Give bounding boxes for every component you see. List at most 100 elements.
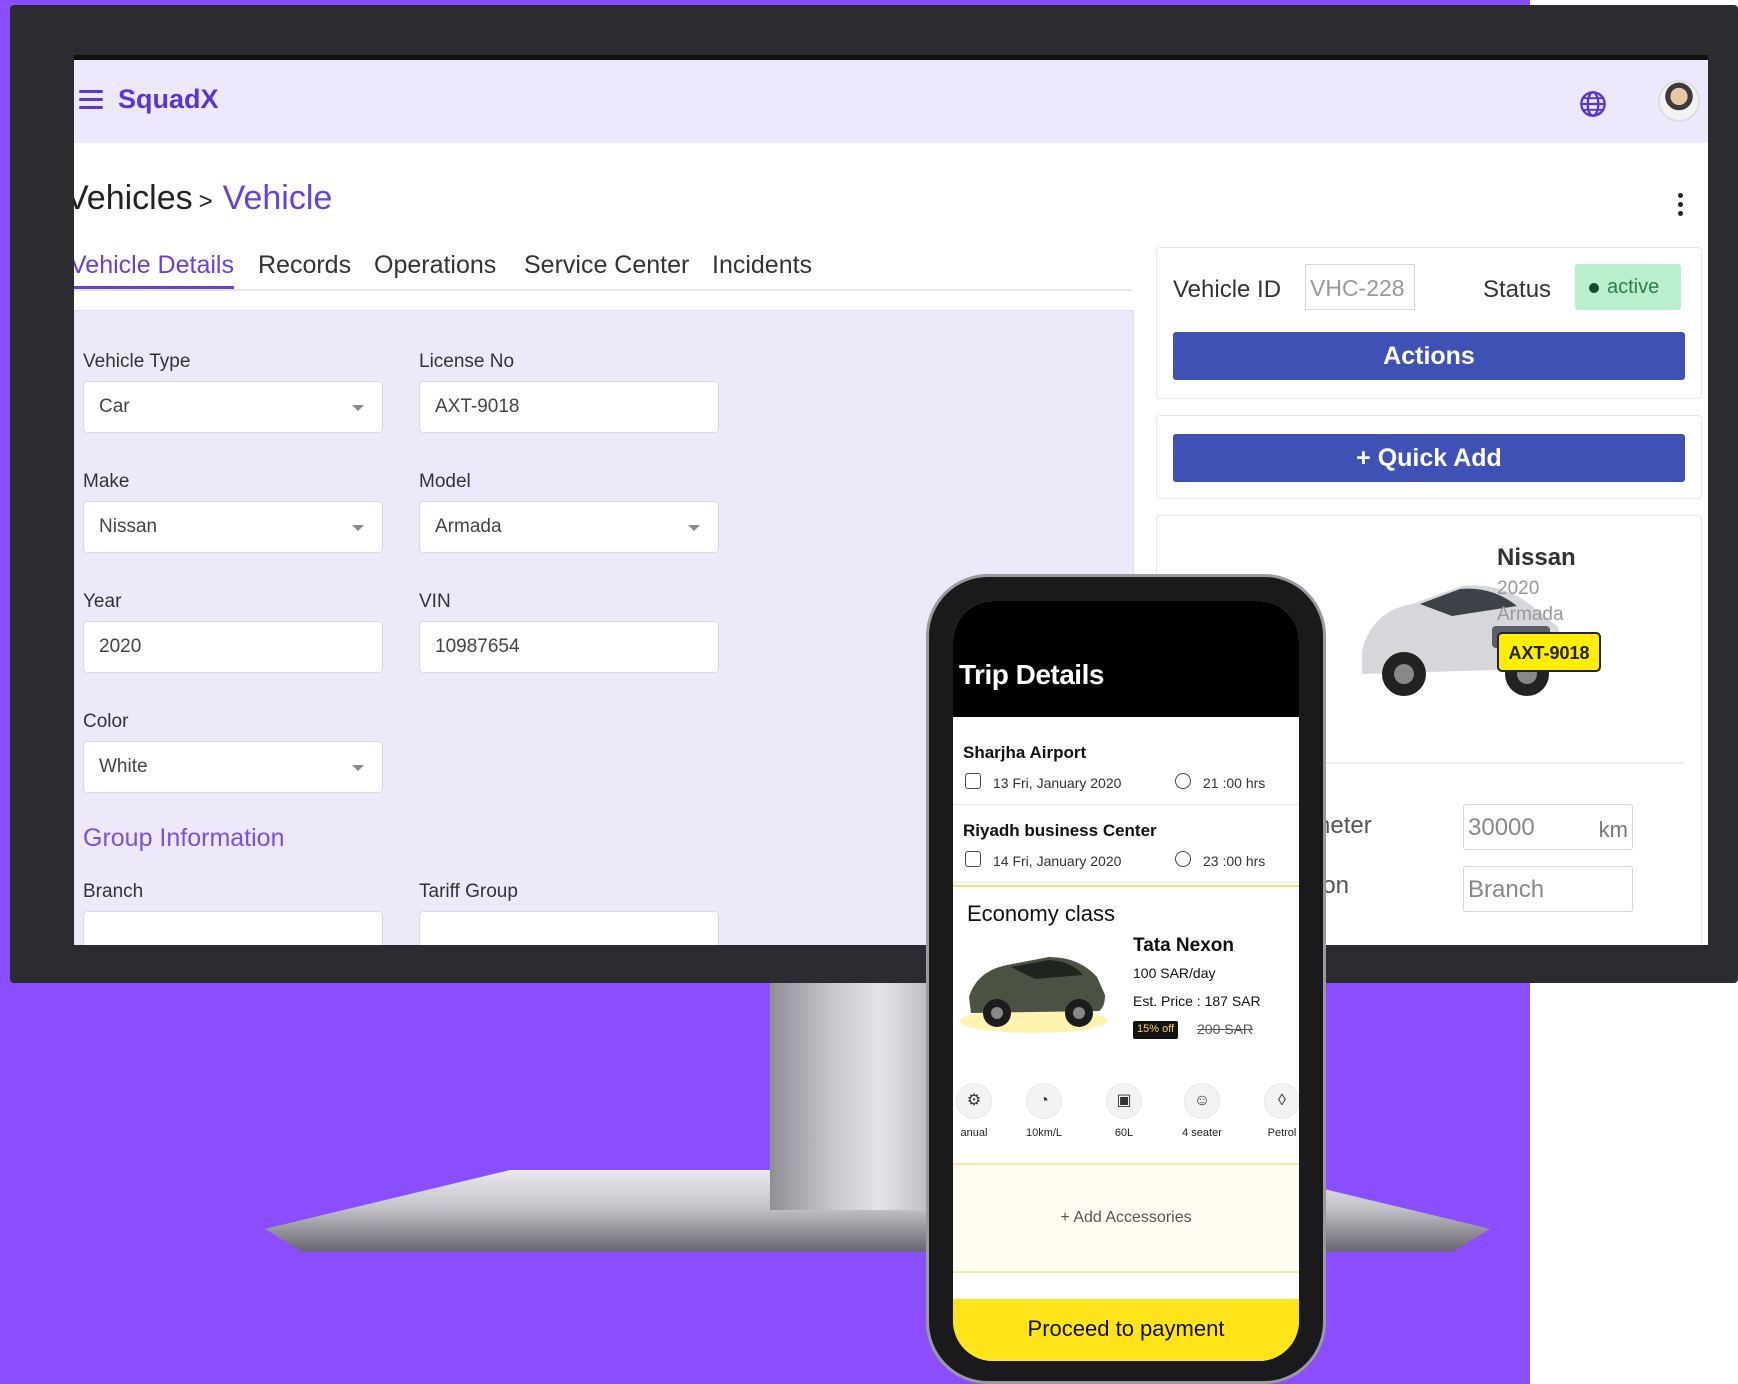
phone-screen: Trip Details Sharjha Airport 13 Fri, Jan…	[953, 601, 1299, 1361]
year-field[interactable]: 2020	[83, 621, 383, 673]
license-no-label: License No	[419, 351, 515, 372]
smartphone: Trip Details Sharjha Airport 13 Fri, Jan…	[926, 574, 1326, 1384]
car-photo	[960, 957, 1108, 1033]
tab-records[interactable]: Records	[258, 251, 351, 280]
car-year: 2020	[1497, 578, 1540, 599]
feature-tank: ▣ 60L	[1089, 1083, 1159, 1139]
tab-incidents[interactable]: Incidents	[712, 251, 812, 280]
status-dot-icon	[1589, 283, 1599, 293]
discount-badge: 15% off	[1133, 1021, 1179, 1039]
quick-add-card: + Quick Add	[1156, 415, 1702, 499]
fuel-tank-icon: ▣	[1106, 1083, 1142, 1119]
trip-leg-2[interactable]: Riyadh business Center 14 Fri, January 2…	[953, 807, 1299, 883]
phone-notch	[1033, 601, 1229, 633]
breadcrumb: Vehicles > Vehicle	[74, 179, 332, 218]
breadcrumb-separator: >	[198, 188, 213, 215]
feature-label: 60L	[1114, 1127, 1134, 1139]
user-avatar[interactable]	[1658, 80, 1700, 122]
status-badge: active	[1575, 264, 1681, 310]
vehicle-id-card: Vehicle ID VHC-228 Status active Actions	[1156, 247, 1702, 399]
proceed-to-payment-button[interactable]: Proceed to payment	[953, 1299, 1299, 1361]
odometer-value: 30000	[1468, 814, 1535, 841]
globe-icon[interactable]	[1579, 90, 1607, 118]
breadcrumb-current: Vehicle	[222, 179, 333, 217]
color-value: White	[99, 756, 148, 777]
car-make: Nissan	[1497, 544, 1576, 571]
status-value: active	[1607, 276, 1660, 298]
chevron-down-icon	[688, 525, 700, 531]
feature-seats: ☺ 4 seater	[1167, 1083, 1237, 1139]
leg-date: 14 Fri, January 2020	[993, 853, 1122, 869]
make-select[interactable]: Nissan	[83, 501, 383, 553]
original-price: 200 SAR	[1197, 1021, 1254, 1037]
feature-label: Petrol	[1267, 1127, 1297, 1139]
economy-class-card[interactable]: Economy class Tata Nexon 100 SAR/day Est…	[953, 885, 1299, 1155]
calendar-icon	[965, 773, 981, 789]
monitor: SquadX Vehicles > Vehicle Vehicle Details …	[10, 5, 1738, 983]
odometer-unit: km	[1598, 817, 1628, 842]
tab-service-center[interactable]: Service Center	[524, 251, 689, 280]
model-label: Model	[419, 471, 471, 492]
class-title: Economy class	[967, 901, 1115, 926]
estimated-price: Est. Price : 187 SAR	[1133, 993, 1261, 1009]
calendar-icon	[965, 851, 981, 867]
trip-leg-1[interactable]: Sharjha Airport 13 Fri, January 2020 21 …	[953, 729, 1299, 805]
car-name: Tata Nexon	[1133, 935, 1235, 956]
status-label: Status	[1483, 276, 1552, 303]
clock-icon	[1175, 773, 1191, 789]
more-options-icon[interactable]	[1678, 193, 1684, 219]
speedometer-icon: ◔	[1026, 1083, 1062, 1119]
year-label: Year	[83, 591, 122, 612]
chevron-down-icon	[352, 405, 364, 411]
car-model: Armada	[1497, 604, 1564, 625]
make-label: Make	[83, 471, 130, 492]
hamburger-menu-icon[interactable]	[79, 90, 103, 110]
daily-rate: 100 SAR/day	[1133, 965, 1216, 981]
users-icon: ☺	[1184, 1083, 1220, 1119]
branch-label: Branch	[83, 881, 144, 902]
group-information-title: Group Information	[83, 824, 285, 852]
make-value: Nissan	[99, 516, 158, 537]
feature-transmission: ⚙ anual	[953, 1083, 1009, 1139]
leg-time: 21 :00 hrs	[1203, 775, 1266, 791]
vin-field[interactable]: 10987654	[419, 621, 719, 673]
feature-label: anual	[960, 1127, 988, 1139]
actions-button[interactable]: Actions	[1173, 332, 1685, 380]
model-select[interactable]: Armada	[419, 501, 719, 553]
brand-logo[interactable]: SquadX	[118, 84, 219, 115]
color-select[interactable]: White	[83, 741, 383, 793]
leg-date: 13 Fri, January 2020	[993, 775, 1122, 791]
tab-bar: Vehicle Details Records Operations Servi…	[74, 251, 1132, 291]
app-bar: SquadX	[74, 60, 1708, 143]
tariff-group-field[interactable]	[419, 911, 719, 945]
leg-time: 23 :00 hrs	[1203, 853, 1266, 869]
leg-place: Riyadh business Center	[963, 821, 1157, 840]
trip-details-title: Trip Details	[959, 659, 1104, 690]
breadcrumb-parent[interactable]: Vehicles	[74, 179, 193, 217]
tab-operations[interactable]: Operations	[374, 251, 496, 280]
branch-select[interactable]: Branch	[1463, 866, 1633, 912]
odometer-field[interactable]: 30000 km	[1463, 804, 1633, 850]
vehicle-id-field[interactable]: VHC-228	[1305, 264, 1415, 310]
feature-label: 4 seater	[1182, 1127, 1222, 1139]
vehicle-id-label: Vehicle ID	[1173, 276, 1282, 303]
vehicle-type-value: Car	[99, 396, 130, 417]
tariff-group-label: Tariff Group	[419, 881, 518, 902]
model-value: Armada	[435, 516, 502, 537]
clock-icon	[1175, 851, 1191, 867]
add-accessories-label: + Add Accessories	[1060, 1209, 1192, 1226]
vehicle-type-select[interactable]: Car	[83, 381, 383, 433]
color-label: Color	[83, 711, 129, 732]
leg-place: Sharjha Airport	[963, 743, 1087, 762]
vehicle-type-label: Vehicle Type	[83, 351, 191, 372]
add-accessories-button[interactable]: + Add Accessories	[953, 1163, 1299, 1273]
drop-icon: ◊	[1264, 1083, 1299, 1119]
chevron-down-icon	[352, 765, 364, 771]
tab-vehicle-details[interactable]: Vehicle Details	[74, 251, 234, 289]
quick-add-button[interactable]: + Quick Add	[1173, 434, 1685, 482]
license-no-field[interactable]: AXT-9018	[419, 381, 719, 433]
license-plate: AXT-9018	[1497, 632, 1601, 672]
feature-fuel: ◊ Petrol	[1247, 1083, 1299, 1139]
branch-field[interactable]	[83, 911, 383, 945]
feature-label: 10km/L	[1025, 1127, 1063, 1139]
